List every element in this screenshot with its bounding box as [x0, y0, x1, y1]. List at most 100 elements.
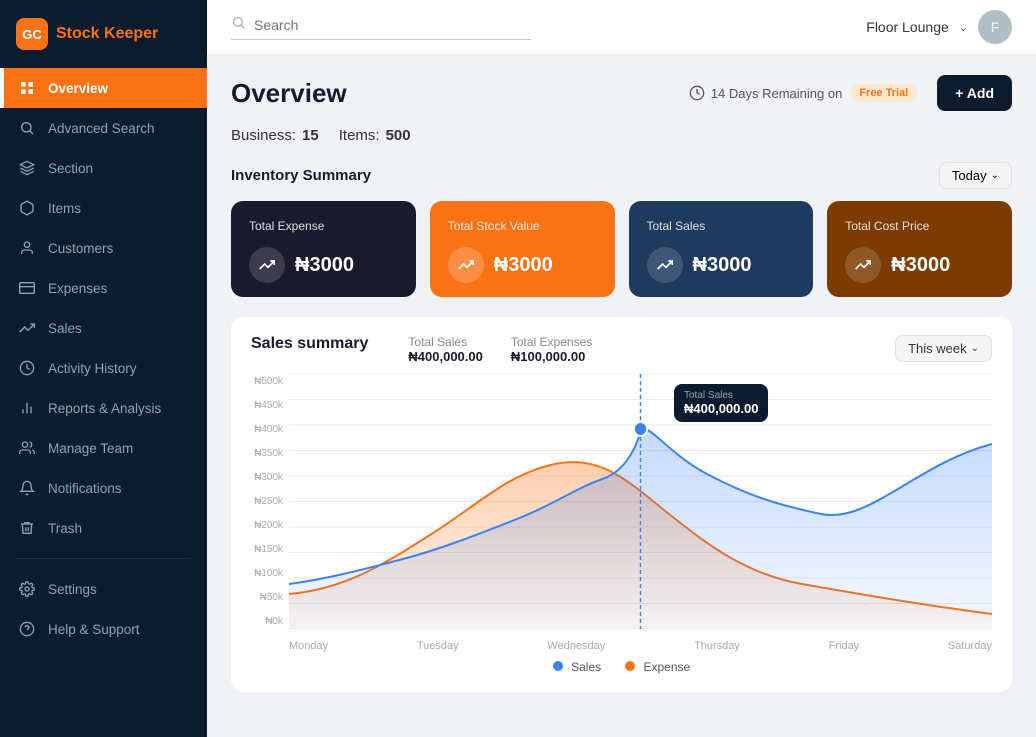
header-right: Floor Lounge ⌄ F: [866, 10, 1012, 44]
x-friday: Friday: [829, 640, 860, 652]
trial-info: 14 Days Remaining on Free Trial: [689, 84, 917, 102]
stats-row: Business: 15 Items: 500: [231, 127, 1012, 144]
card-cost-icon: [845, 247, 881, 283]
card-total-sales: Total Sales ₦3000: [629, 201, 814, 297]
sidebar-item-reports-analysis[interactable]: Reports & Analysis: [0, 388, 207, 428]
sidebar-item-expenses[interactable]: Expenses: [0, 268, 207, 308]
sidebar-item-sales-label: Sales: [48, 321, 82, 336]
chevron-down-icon-inventory: ⌄: [991, 170, 999, 181]
meta-total-expenses-label: Total Expenses: [511, 335, 592, 349]
sidebar-item-activity-history[interactable]: Activity History: [0, 348, 207, 388]
business-label: Business:: [231, 127, 296, 144]
sales-summary-title: Sales summary: [251, 335, 368, 353]
legend-sales: Sales: [553, 660, 601, 674]
sidebar-item-advanced-search-label: Advanced Search: [48, 121, 155, 136]
x-thursday: Thursday: [694, 640, 740, 652]
user-name: Floor Lounge: [866, 19, 949, 35]
sidebar-item-reports-analysis-label: Reports & Analysis: [48, 401, 161, 416]
chart-tooltip: Total Sales ₦400,000.00: [674, 384, 768, 422]
sidebar-item-sales[interactable]: Sales: [0, 308, 207, 348]
card-stock-amount: ₦3000: [494, 254, 553, 277]
sidebar-item-help-support-label: Help & Support: [48, 622, 140, 637]
search-icon-header: [231, 15, 246, 35]
clock-icon: [18, 359, 36, 377]
items-value: 500: [386, 127, 411, 144]
sidebar-item-customers-label: Customers: [48, 241, 113, 256]
grid-icon: [18, 79, 36, 97]
page-header: Overview 14 Days Remaining on Free Trial…: [231, 75, 1012, 111]
sidebar-item-section-label: Section: [48, 161, 93, 176]
sidebar-item-expenses-label: Expenses: [48, 281, 107, 296]
sales-summary-header: Sales summary Total Sales ₦400,000.00 To…: [251, 335, 992, 364]
legend-expense: Expense: [625, 660, 690, 674]
users-icon: [18, 439, 36, 457]
page-title: Overview: [231, 78, 347, 109]
business-value: 15: [302, 127, 319, 144]
sidebar-item-trash[interactable]: Trash: [0, 508, 207, 548]
header: Floor Lounge ⌄ F: [207, 0, 1036, 55]
inventory-summary-title: Inventory Summary: [231, 167, 371, 184]
sidebar-nav: Overview Advanced Search Section Items: [0, 68, 207, 721]
inventory-filter[interactable]: Today ⌄: [939, 162, 1012, 189]
sidebar-item-items-label: Items: [48, 201, 81, 216]
meta-total-expenses-value: ₦100,000.00: [511, 349, 592, 364]
logo-icon: GC: [16, 18, 48, 50]
sidebar-item-customers[interactable]: Customers: [0, 228, 207, 268]
week-selector[interactable]: This week ⌄: [895, 335, 992, 362]
chevron-down-icon[interactable]: ⌄: [959, 21, 968, 34]
avatar: F: [978, 10, 1012, 44]
box-icon: [18, 199, 36, 217]
card-stock-icon: [448, 247, 484, 283]
sidebar-item-settings-label: Settings: [48, 582, 97, 597]
card-sales-icon: [647, 247, 683, 283]
tooltip-value: ₦400,000.00: [684, 401, 758, 416]
search-bar[interactable]: [231, 15, 531, 40]
meta-total-sales-value: ₦400,000.00: [408, 349, 482, 364]
items-label: Items:: [339, 127, 380, 144]
sidebar-item-advanced-search[interactable]: Advanced Search: [0, 108, 207, 148]
tooltip-dot: [634, 422, 647, 436]
sidebar-logo: GC Stock Keeper: [0, 0, 207, 68]
card-expense-icon: [249, 247, 285, 283]
sidebar-item-settings[interactable]: Settings: [0, 569, 207, 609]
card-expense-label: Total Expense: [249, 219, 398, 233]
sidebar-item-items[interactable]: Items: [0, 188, 207, 228]
x-saturday: Saturday: [948, 640, 992, 652]
sidebar-item-help-support[interactable]: Help & Support: [0, 609, 207, 649]
card-expense-amount: ₦3000: [295, 254, 354, 277]
x-axis: Monday Tuesday Wednesday Thursday Friday…: [289, 634, 992, 652]
search-icon: [18, 119, 36, 137]
trash-icon: [18, 519, 36, 537]
sidebar-item-section[interactable]: Section: [0, 148, 207, 188]
logo-text: Stock Keeper: [56, 25, 158, 43]
meta-total-expenses: Total Expenses ₦100,000.00: [511, 335, 592, 364]
sidebar-item-trash-label: Trash: [48, 521, 82, 536]
inventory-filter-label: Today: [952, 168, 987, 183]
card-cost-amount: ₦3000: [891, 254, 950, 277]
chevron-down-icon-week: ⌄: [971, 343, 979, 354]
bar-chart-icon: [18, 399, 36, 417]
chart-svg: [289, 374, 992, 629]
card-cost-label: Total Cost Price: [845, 219, 994, 233]
credit-card-icon: [18, 279, 36, 297]
content-area: Overview 14 Days Remaining on Free Trial…: [207, 55, 1036, 737]
sidebar-item-overview[interactable]: Overview: [0, 68, 207, 108]
card-total-stock-value: Total Stock Value ₦3000: [430, 201, 615, 297]
sidebar-item-notifications[interactable]: Notifications: [0, 468, 207, 508]
chart-legend: Sales Expense: [251, 660, 992, 674]
card-sales-amount: ₦3000: [693, 254, 752, 277]
free-trial-badge: Free Trial: [850, 84, 917, 102]
tooltip-label: Total Sales: [684, 390, 758, 401]
sidebar-item-manage-team[interactable]: Manage Team: [0, 428, 207, 468]
chart-container: ₦500k ₦450k ₦400k ₦350k ₦300k ₦250k ₦200…: [251, 374, 992, 674]
settings-icon: [18, 580, 36, 598]
search-input[interactable]: [254, 17, 514, 33]
help-circle-icon: [18, 620, 36, 638]
inventory-cards: Total Expense ₦3000 Total Stock Value ₦3…: [231, 201, 1012, 297]
bell-icon: [18, 479, 36, 497]
add-button[interactable]: + Add: [937, 75, 1012, 111]
meta-total-sales-label: Total Sales: [408, 335, 482, 349]
sales-summary-card: Sales summary Total Sales ₦400,000.00 To…: [231, 317, 1012, 692]
sales-legend-label: Sales: [571, 660, 601, 674]
week-filter-label: This week: [908, 341, 967, 356]
